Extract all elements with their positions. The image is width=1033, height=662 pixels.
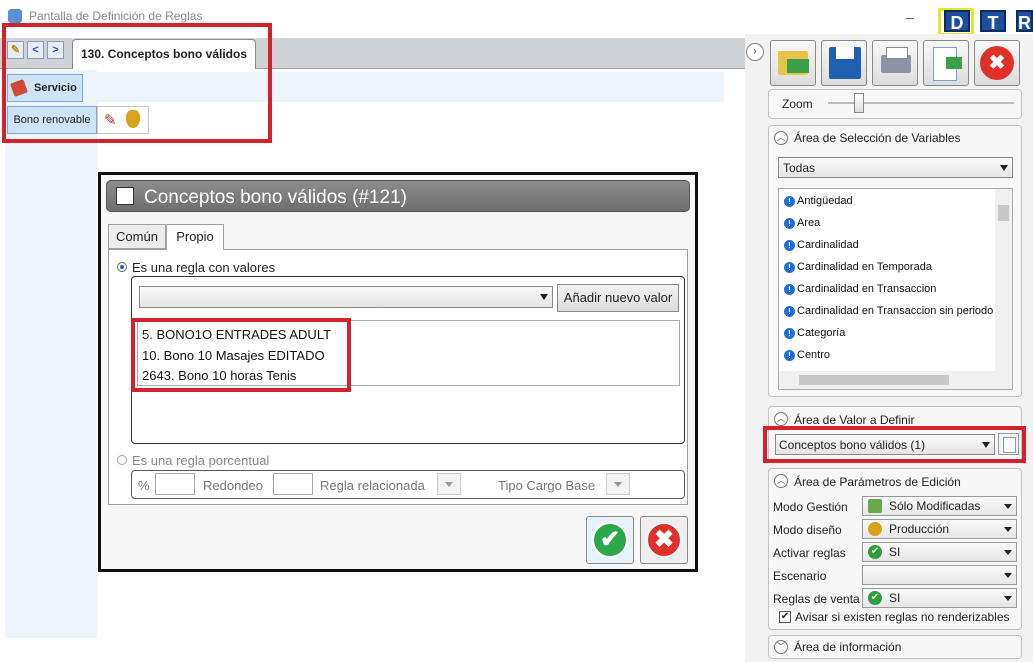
tipo-cargo-label: Tipo Cargo Base [498,478,596,493]
values-combo[interactable] [139,286,553,308]
dialog-title: Conceptos bono válidos (#121) [144,187,408,208]
notepad-icon [116,187,134,205]
tab-propio[interactable]: Propio [166,224,224,250]
info-icon: ! [784,261,795,273]
params-section-title: Área de Parámetros de Edición [794,475,961,489]
list-item[interactable]: ! Categoría [784,327,845,339]
list-item[interactable]: ! Area [784,217,820,229]
info-icon: ! [784,349,795,361]
minimize-button[interactable]: _ [906,4,920,20]
percent-label: % [138,478,150,493]
warn-checkbox[interactable]: ✔ [779,611,791,623]
books-icon [868,499,882,513]
reglas-venta-combo[interactable]: ✔ SI [862,588,1017,608]
redondeo-label: Redondeo [203,478,263,493]
variables-vscroll[interactable] [995,189,1012,371]
info-icon: ! [784,283,795,295]
info-icon: ! [784,217,795,229]
zoom-slider[interactable] [854,93,865,113]
zoom-label: Zoom [782,97,813,111]
collapse-variables-icon[interactable]: ︿ [774,131,788,145]
value-section-title: Área de Valor a Definir [794,413,915,427]
regla-relacionada-label: Regla relacionada [320,478,425,493]
ok-button[interactable]: ✔ [586,516,634,564]
list-item[interactable]: ! Cardinalidad en Transaccion sin periodo [784,305,994,317]
modo-gestion-combo[interactable]: Sólo Modificadas [862,496,1017,516]
param-label: Modo Gestión [773,500,848,514]
list-item[interactable]: ! Cardinalidad en Transaccion [784,283,936,295]
variables-hscroll[interactable] [779,371,1012,389]
radio-values-label: Es una regla con valores [132,260,276,275]
variables-section-title: Área de Selección de Variables [794,131,961,145]
tipo-cargo-combo[interactable] [606,473,630,495]
print-button[interactable] [872,40,918,86]
tab-comun[interactable]: Común [108,224,166,249]
money-bag-icon [868,522,882,536]
check-icon: ✔ [868,591,882,605]
variables-filter[interactable]: Todas [778,157,1013,178]
collapse-params-icon[interactable]: ︿ [774,474,788,488]
info-icon: ! [784,239,795,251]
close-icon: ✖ [646,522,682,558]
escenario-combo[interactable] [862,565,1017,585]
d-button[interactable]: D [944,10,970,33]
expand-info-icon[interactable]: ﹀ [774,640,788,654]
add-value-button[interactable]: Añadir nuevo valor [557,284,679,312]
info-icon: ! [784,327,795,339]
info-icon: ! [784,305,795,317]
modo-diseno-combo[interactable]: Producción [862,519,1017,539]
activar-reglas-combo[interactable]: ✔ SI [862,542,1017,562]
tree-strip [5,70,97,638]
percent-input[interactable] [155,473,195,495]
collapse-panel-button[interactable]: › [746,43,764,61]
collapse-value-icon[interactable]: ︿ [774,412,788,426]
highlight-box-values [131,318,351,392]
info-icon: ! [784,195,795,207]
radio-percent[interactable] [117,455,127,465]
list-item[interactable]: ! Cardinalidad [784,239,859,251]
check-icon: ✔ [592,522,628,558]
radio-percent-label: Es una regla porcentual [132,453,270,468]
radio-values[interactable] [117,262,127,272]
param-label: Reglas de venta [773,592,860,606]
cancel-button[interactable]: ✖ [640,516,688,564]
redondeo-input[interactable] [273,473,313,495]
param-label: Escenario [773,569,827,583]
list-item[interactable]: ! Cardinalidad en Temporada [784,261,932,273]
open-folder-button[interactable] [770,40,816,86]
r-button[interactable]: R [1016,10,1033,33]
export-button[interactable] [923,40,969,86]
close-icon: ✖ [980,46,1014,80]
regla-relacionada-combo[interactable] [437,473,461,495]
save-button[interactable] [821,40,867,86]
window-title: Pantalla de Definición de Reglas [29,9,203,23]
param-label: Modo diseño [773,523,842,537]
t-button[interactable]: T [980,10,1006,33]
list-item[interactable]: ! Centro [784,349,830,361]
warn-checkbox-label: Avisar si existen reglas no renderizable… [795,610,1010,624]
close-panel-button[interactable]: ✖ [974,40,1020,86]
variables-filter-value: Todas [783,161,816,175]
highlight-box-value [763,426,1026,463]
check-icon: ✔ [868,545,882,559]
highlight-box-tabs [2,23,272,143]
app-icon [8,9,22,23]
info-section-title: Área de información [794,640,902,654]
list-item[interactable]: ! Antigüedad [784,195,853,207]
param-label: Activar reglas [773,546,846,560]
